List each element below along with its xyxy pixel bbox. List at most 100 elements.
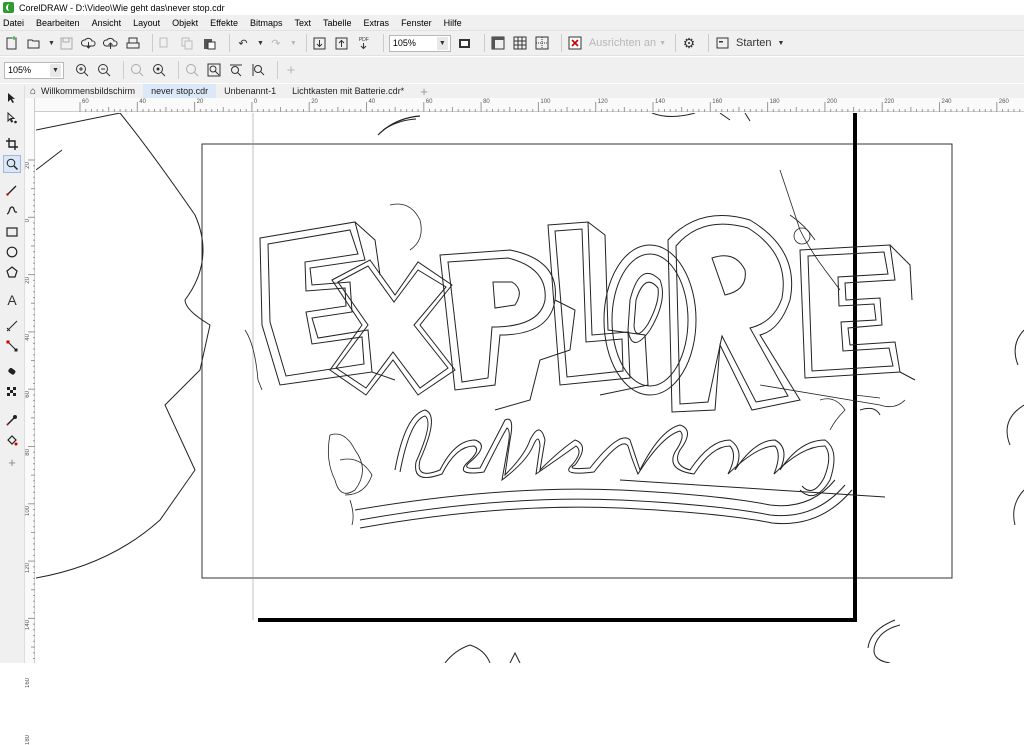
vertical-ruler[interactable]: 20 0 20 40 60 80 100 120 140 160 180 [25,98,35,745]
freehand-tool-icon[interactable] [3,181,21,199]
menu-ansicht[interactable]: Ansicht [92,18,122,28]
transparency-tool-icon[interactable] [3,383,21,401]
ellipse-tool-icon[interactable] [3,243,21,261]
save-icon[interactable] [59,34,75,52]
cloud-upload-icon[interactable] [103,34,119,52]
menu-bar: Datei Bearbeiten Ansicht Layout Objekt E… [0,15,1024,30]
toolbar-separator [382,34,384,52]
menu-bitmaps[interactable]: Bitmaps [250,18,283,28]
page-frame [201,143,953,579]
polygon-tool-icon[interactable] [3,263,21,281]
snap-off-icon[interactable] [567,34,583,52]
launch-dropdown-arrow-icon[interactable]: ▼ [777,34,784,52]
zoom-to-all-objects-icon[interactable] [151,61,167,79]
add-tool-plus-icon[interactable]: + [3,453,21,471]
ruler-label: 20 [311,99,318,105]
tab-welcome-screen[interactable]: ⌂ Willkommensbildschirm [22,84,143,98]
toolbar-separator [277,61,278,79]
menu-fenster[interactable]: Fenster [401,18,432,28]
export-icon[interactable] [334,34,350,52]
zoom-level-combo[interactable]: 105% ▼ [388,34,451,52]
show-grid-icon[interactable] [512,34,528,52]
new-tab-plus-icon[interactable]: + [412,84,436,99]
tab-unbenannt-1[interactable]: Unbenannt-1 [216,84,284,98]
print-icon[interactable] [125,34,141,52]
ruler-label: 20 [25,276,31,284]
add-icon[interactable]: + [283,61,299,79]
drawing-canvas[interactable] [36,113,1024,663]
horizontal-ruler-ticks [79,102,1021,112]
parallel-dimension-tool-icon[interactable] [3,317,21,335]
options-gear-icon[interactable]: ⚙ [681,34,697,52]
decorative-scribbles [244,169,906,431]
ruler-label: 100 [540,99,551,105]
tab-label: Unbenannt-1 [224,86,277,96]
zoom-page-height-icon[interactable] [250,61,266,79]
align-to-dropdown-arrow-icon[interactable]: ▼ [659,34,666,52]
tab-never-stop[interactable]: never stop.cdr [143,84,217,98]
property-zoom-value: 105% [8,65,32,75]
menu-layout[interactable]: Layout [133,18,160,28]
cloud-download-icon[interactable] [81,34,97,52]
connector-tool-icon[interactable] [3,337,21,355]
menu-text[interactable]: Text [295,18,312,28]
zoom-to-selected-icon[interactable] [129,61,145,79]
cut-icon[interactable] [158,34,174,52]
letter-x-outline [329,259,456,396]
import-icon[interactable] [312,34,328,52]
undo-dropdown-arrow-icon[interactable]: ▼ [257,34,264,52]
ruler-label: 60 [82,99,89,105]
menu-tabelle[interactable]: Tabelle [323,18,352,28]
letter-e-outline [259,221,396,386]
text-tool-icon[interactable]: A [3,291,21,309]
menu-objekt[interactable]: Objekt [172,18,198,28]
toolbar-separator [151,34,153,52]
open-dropdown-arrow-icon[interactable]: ▼ [48,34,55,52]
ruler-label: 100 [25,505,31,516]
ruler-label: 60 [25,391,31,398]
show-guidelines-icon[interactable] [534,34,550,52]
tab-lichtkasten[interactable]: Lichtkasten mit Batterie.cdr* [284,84,412,98]
show-rulers-icon[interactable] [490,34,506,52]
drop-shadow-tool-icon[interactable] [3,363,21,381]
align-to-label[interactable]: Ausrichten an [589,34,656,52]
redo-dropdown-arrow-icon[interactable]: ▼ [290,34,297,52]
full-screen-preview-icon[interactable] [457,34,473,52]
menu-extras[interactable]: Extras [364,18,390,28]
copy-icon[interactable] [180,34,196,52]
menu-bearbeiten[interactable]: Bearbeiten [36,18,80,28]
artistic-media-tool-icon[interactable] [3,201,21,219]
horizontal-ruler[interactable]: 60 40 20 0 20 40 60 80 100 120 140 160 180 200 220 240 2… [35,98,1024,112]
new-document-icon[interactable] [4,34,20,52]
zoom-out-icon[interactable] [96,61,112,79]
launch-label[interactable]: Starten [736,34,771,52]
eyedropper-tool-icon[interactable] [3,411,21,429]
shape-tool-icon[interactable] [3,109,21,127]
launch-icon[interactable] [714,34,730,52]
property-zoom-combo[interactable]: 105% ▼ [4,61,64,79]
toolbar-separator [178,61,179,79]
crop-tool-icon[interactable] [3,135,21,153]
letter-l-outline [547,221,649,396]
undo-icon[interactable]: ↶ [235,34,251,52]
ruler-label: 180 [25,735,31,745]
ruler-label: 120 [597,99,608,105]
zoom-to-page-icon[interactable] [184,61,200,79]
menu-effekte[interactable]: Effekte [210,18,238,28]
artwork[interactable] [36,113,1024,663]
paste-icon[interactable] [202,34,218,52]
publish-pdf-icon[interactable]: PDF [356,34,372,52]
zoom-to-page-width-icon[interactable] [206,61,222,79]
rectangle-tool-icon[interactable] [3,223,21,241]
open-folder-icon[interactable] [26,34,42,52]
menu-hilfe[interactable]: Hilfe [444,18,462,28]
window-title: CorelDRAW - D:\Video\Wie geht das\never … [19,2,225,13]
pick-tool-icon[interactable] [3,89,21,107]
swoosh-underline [354,479,886,529]
redo-icon[interactable]: ↷ [268,34,284,52]
zoom-tool-icon[interactable] [3,155,21,173]
zoom-page-width-icon[interactable] [228,61,244,79]
interactive-fill-tool-icon[interactable] [3,431,21,449]
zoom-in-icon[interactable] [74,61,90,79]
menu-datei[interactable]: Datei [3,18,24,28]
